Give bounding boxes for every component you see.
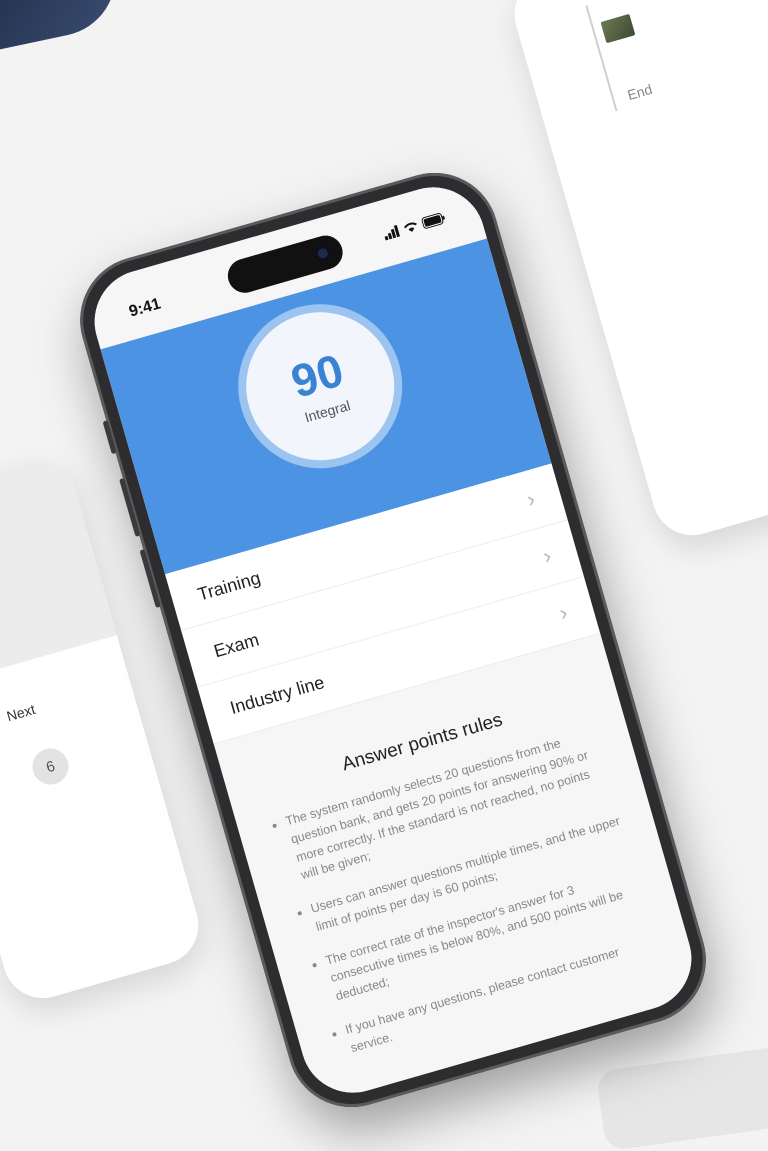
timeline-end-label: End [625,80,654,104]
chevron-right-icon: › [540,542,555,569]
status-time: 9:41 [127,295,163,321]
card-header-band [0,452,117,691]
chevron-right-icon: › [556,599,571,626]
background-card-bottom [595,1038,768,1151]
score-value: 90 [285,343,349,408]
menu-item-label: Training [195,567,263,605]
chevron-right-icon: › [523,486,538,513]
signal-icon [384,224,401,241]
front-camera [312,243,333,264]
menu-item-label: Exam [211,628,262,661]
background-device-corner [0,0,127,56]
menu-item-label: Industry line [227,671,327,718]
status-icons [382,211,447,241]
battery-icon [421,213,445,229]
wifi-icon [403,222,417,232]
next-label: Next [4,700,37,725]
timeline-thumbnail-image [600,13,636,44]
question-number-badge: 6 [28,744,73,789]
